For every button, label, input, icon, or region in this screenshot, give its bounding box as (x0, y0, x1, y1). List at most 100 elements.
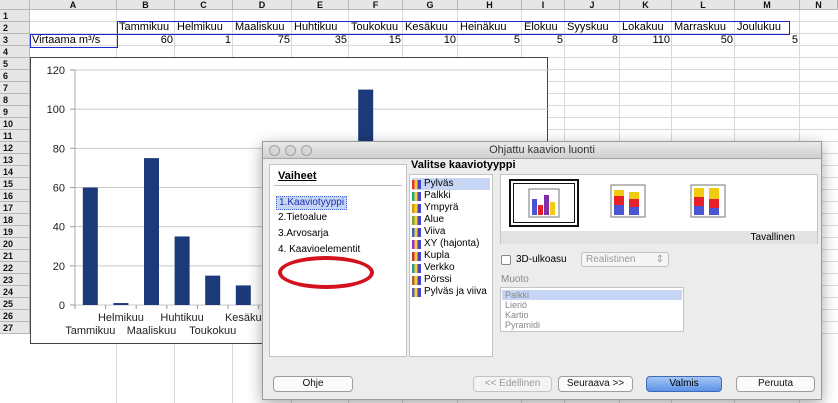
step-chart-type[interactable]: 1.Kaaviotyyppi (276, 196, 348, 210)
row-header[interactable]: 20 (0, 238, 30, 250)
3d-look-checkbox[interactable]: 3D-ulkoasu (501, 254, 567, 265)
cancel-button[interactable]: Peruuta (736, 376, 815, 392)
cell-month[interactable]: Toukokuu (349, 21, 403, 34)
step-chart-elements[interactable]: 4. Kaavioelementit (278, 244, 360, 256)
cell-flow-value[interactable]: 35 (292, 34, 349, 47)
row-header[interactable]: 1 (0, 10, 30, 22)
step-data-series[interactable]: 3.Arvosarja (278, 228, 329, 240)
row-header[interactable]: 17 (0, 202, 30, 214)
cell-month[interactable]: Lokakuu (620, 21, 672, 34)
row-header[interactable]: 3 (0, 34, 30, 46)
shape-item[interactable]: Lieriö (502, 300, 682, 310)
row-header[interactable]: 6 (0, 70, 30, 82)
chart-type-7[interactable]: Kupla (412, 250, 490, 262)
cell-month[interactable]: Huhtikuu (292, 21, 349, 34)
variant-normal[interactable] (509, 179, 579, 227)
cell-flow-value[interactable]: 60 (117, 34, 175, 47)
y-tick-label: 100 (47, 104, 65, 116)
cell-month[interactable]: Elokuu (522, 21, 565, 34)
cell-month[interactable]: Maaliskuu (233, 21, 292, 34)
cell-flow-value[interactable]: 75 (233, 34, 292, 47)
row-header[interactable]: 10 (0, 118, 30, 130)
row-header[interactable]: 21 (0, 250, 30, 262)
column-header[interactable]: F (349, 0, 403, 10)
cell-month[interactable]: Helmikuu (175, 21, 233, 34)
cell-month[interactable]: Heinäkuu (458, 21, 522, 34)
cell-flow-value[interactable]: 15 (349, 34, 403, 47)
step-data-range[interactable]: 2.Tietoalue (278, 212, 327, 224)
cell-flow-value[interactable]: 5 (458, 34, 522, 47)
row-header[interactable]: 14 (0, 166, 30, 178)
cell-month[interactable]: Marraskuu (672, 21, 735, 34)
cell-month[interactable]: Tammikuu (117, 21, 175, 34)
row-header[interactable]: 19 (0, 226, 30, 238)
row-header[interactable]: 13 (0, 154, 30, 166)
finish-button[interactable]: Valmis (646, 376, 722, 392)
cell-flow-value[interactable]: 1 (175, 34, 233, 47)
chart-type-list[interactable]: Pylväs Palkki Ympyrä Alue Viiva XY (hajonta) K… (409, 174, 493, 357)
cell-flow-label[interactable]: Virtaama m³/s (30, 34, 117, 47)
row-header[interactable]: 26 (0, 310, 30, 322)
cell-flow-value[interactable]: 8 (565, 34, 620, 47)
row-header[interactable]: 18 (0, 214, 30, 226)
shape-list[interactable]: Palkki Lieriö Kartio Pyramidi (500, 287, 684, 332)
chart-type-label: Ympyrä (424, 202, 459, 213)
chart-type-10[interactable]: Pylväs ja viiva (412, 286, 490, 298)
row-header[interactable]: 27 (0, 322, 30, 334)
column-header[interactable]: C (175, 0, 233, 10)
column-header[interactable]: J (565, 0, 620, 10)
column-header[interactable]: D (233, 0, 292, 10)
row-header[interactable]: 22 (0, 262, 30, 274)
chart-type-6[interactable]: XY (hajonta) (412, 238, 490, 250)
dialog-titlebar[interactable]: Ohjattu kaavion luonti (263, 142, 821, 159)
column-header[interactable]: L (672, 0, 735, 10)
column-header[interactable]: N (800, 0, 838, 10)
column-header[interactable]: G (403, 0, 458, 10)
shape-item[interactable]: Palkki (502, 290, 682, 300)
help-button[interactable]: Ohje (273, 376, 353, 392)
column-header[interactable]: E (292, 0, 349, 10)
chart-type-3[interactable]: Ympyrä (412, 202, 490, 214)
chart-type-5[interactable]: Viiva (412, 226, 490, 238)
cell-flow-value[interactable]: 110 (620, 34, 672, 47)
row-header[interactable]: 23 (0, 274, 30, 286)
variant-stacked[interactable] (595, 179, 665, 227)
chart-type-1[interactable]: Pylväs (412, 178, 490, 190)
column-header[interactable]: B (117, 0, 175, 10)
chart-type-8[interactable]: Verkko (412, 262, 490, 274)
3d-scheme-select[interactable]: Realistinen ⇕ (581, 252, 669, 267)
column-header[interactable]: H (458, 0, 522, 10)
chart-type-2[interactable]: Palkki (412, 190, 490, 202)
shape-item[interactable]: Pyramidi (502, 320, 682, 330)
row-header[interactable]: 8 (0, 94, 30, 106)
column-header[interactable]: M (735, 0, 800, 10)
row-header[interactable]: 12 (0, 142, 30, 154)
row-header[interactable]: 2 (0, 22, 30, 34)
cell-flow-value[interactable]: 5 (522, 34, 565, 47)
row-header[interactable]: 16 (0, 190, 30, 202)
cell-flow-value[interactable]: 50 (672, 34, 735, 47)
next-button[interactable]: Seuraava >> (558, 376, 633, 392)
row-header[interactable]: 4 (0, 46, 30, 58)
row-header[interactable]: 9 (0, 106, 30, 118)
row-header[interactable]: 11 (0, 130, 30, 142)
column-header[interactable]: K (620, 0, 672, 10)
row-header[interactable]: 25 (0, 298, 30, 310)
row-header[interactable]: 24 (0, 286, 30, 298)
cell-month[interactable]: Joulukuu (735, 21, 800, 34)
cell-month[interactable]: Kesäkuu (403, 21, 458, 34)
cell-flow-value[interactable]: 10 (403, 34, 458, 47)
shape-item[interactable]: Kartio (502, 310, 682, 320)
column-header[interactable]: A (30, 0, 117, 10)
column-header[interactable]: I (522, 0, 565, 10)
chart-type-4[interactable]: Alue (412, 214, 490, 226)
select-all-corner[interactable] (0, 0, 30, 10)
cell-month[interactable]: Syyskuu (565, 21, 620, 34)
row-header[interactable]: 5 (0, 58, 30, 70)
chart-type-9[interactable]: Pörssi (412, 274, 490, 286)
back-button[interactable]: << Edellinen (473, 376, 552, 392)
row-header[interactable]: 7 (0, 82, 30, 94)
cell-flow-value[interactable]: 5 (735, 34, 800, 47)
row-header[interactable]: 15 (0, 178, 30, 190)
variant-percent-stacked[interactable] (675, 179, 745, 227)
